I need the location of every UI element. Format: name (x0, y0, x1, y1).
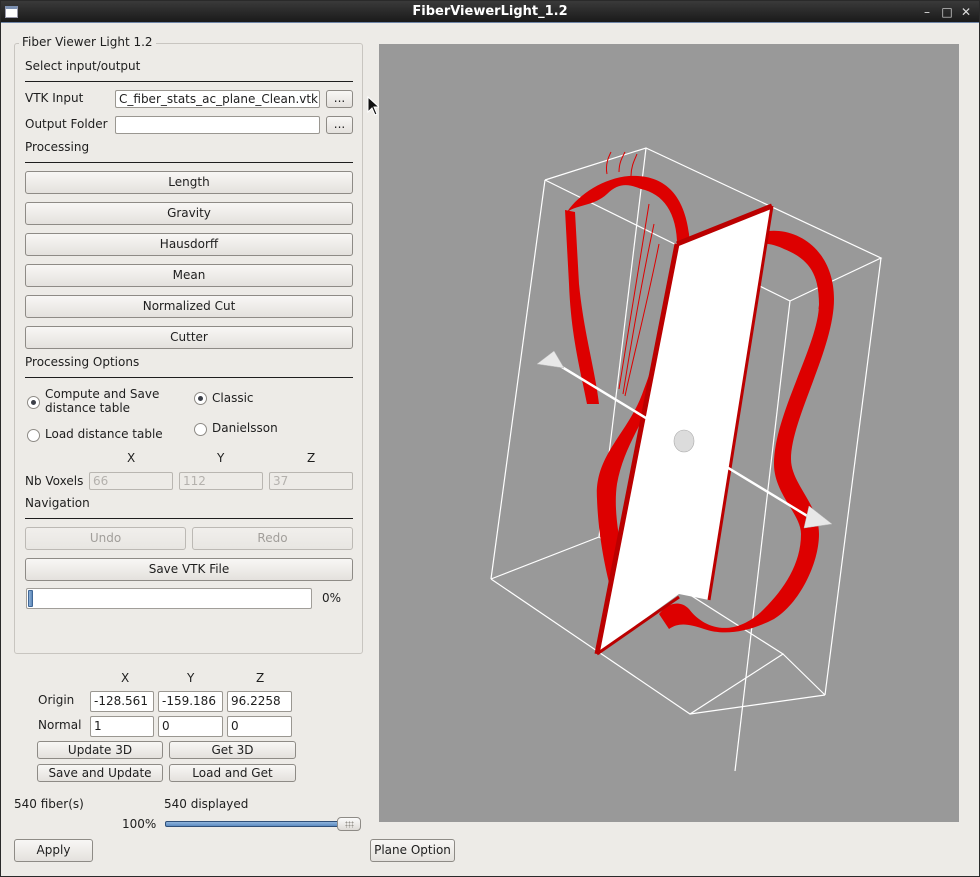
save-and-update-button[interactable]: Save and Update (37, 764, 163, 782)
voxels-z-header: Z (307, 451, 316, 465)
normal-z-field[interactable]: 0 (227, 716, 292, 737)
origin-y-field[interactable]: -159.186 (158, 691, 223, 712)
output-folder-field[interactable] (115, 116, 320, 134)
origin-label: Origin (38, 693, 75, 707)
plane-center-sphere (673, 429, 695, 453)
section-divider (25, 518, 353, 519)
maximize-icon[interactable]: □ (939, 4, 955, 20)
compute-save-radio[interactable] (27, 396, 40, 409)
mouse-cursor-icon (367, 96, 379, 116)
update-3d-button[interactable]: Update 3D (37, 741, 163, 759)
window-title: FiberViewerLight_1.2 (412, 4, 568, 19)
3d-render-viewport[interactable] (379, 44, 959, 822)
origin-z-field[interactable]: 96.2258 (227, 691, 292, 712)
main-window: FiberViewerLight_1.2 – □ ✕ Fiber Viewer … (0, 0, 980, 877)
danielsson-label[interactable]: Danielsson (212, 421, 278, 435)
plane-x-header: X (121, 671, 130, 685)
undo-button[interactable]: Undo (25, 527, 186, 550)
classic-radio[interactable] (194, 392, 207, 405)
vtk-input-browse-button[interactable]: ... (326, 90, 353, 108)
3d-scene (490, 147, 883, 772)
progress-fill (28, 590, 33, 607)
voxels-y-header: Y (217, 451, 225, 465)
danielsson-radio[interactable] (194, 423, 207, 436)
fibers-displayed: 540 displayed (164, 797, 249, 811)
classic-label[interactable]: Classic (212, 391, 254, 405)
hausdorff-button[interactable]: Hausdorff (25, 233, 353, 256)
load-distance-table-label[interactable]: Load distance table (45, 427, 163, 441)
minimize-icon[interactable]: – (919, 4, 935, 20)
compute-save-label-line2: distance table (45, 401, 131, 415)
voxels-x-field[interactable]: 66 (89, 472, 173, 490)
normal-y-field[interactable]: 0 (158, 716, 223, 737)
vtk-input-field[interactable]: C_fiber_stats_ac_plane_Clean.vtk (115, 90, 320, 108)
load-distance-table-radio[interactable] (27, 429, 40, 442)
fiber-count: 540 fiber(s) (14, 797, 84, 811)
section-label-navigation: Navigation (25, 496, 90, 510)
voxels-y-field[interactable]: 112 (179, 472, 263, 490)
groupbox-title: Fiber Viewer Light 1.2 (19, 35, 156, 49)
compute-save-label[interactable]: Compute and Save distance table (45, 387, 159, 415)
normalized-cut-button[interactable]: Normalized Cut (25, 295, 353, 318)
plane-z-header: Z (256, 671, 265, 685)
compute-save-label-line1: Compute and Save (45, 387, 160, 401)
length-button[interactable]: Length (25, 171, 353, 194)
title-bar[interactable]: FiberViewerLight_1.2 – □ ✕ (1, 1, 979, 23)
normal-label: Normal (38, 718, 82, 732)
slider-percent-label: 100% (122, 817, 157, 831)
apply-button[interactable]: Apply (14, 839, 93, 862)
plane-option-button[interactable]: Plane Option (370, 839, 455, 862)
get-3d-button[interactable]: Get 3D (169, 741, 296, 759)
bbox-edge (824, 257, 882, 696)
bbox-edge (782, 653, 826, 696)
bbox-edge (490, 179, 546, 580)
slider-handle[interactable] (337, 817, 361, 831)
section-label-processing: Processing (25, 140, 90, 154)
progress-percent: 0% (322, 591, 342, 605)
progress-bar (26, 588, 312, 609)
arrow-cone-end (803, 505, 833, 529)
output-folder-browse-button[interactable]: ... (326, 116, 353, 134)
bbox-edge (689, 694, 826, 715)
voxels-z-field[interactable]: 37 (269, 472, 353, 490)
nb-voxels-label: Nb Voxels (25, 474, 84, 488)
close-icon[interactable]: ✕ (958, 4, 974, 20)
mean-button[interactable]: Mean (25, 264, 353, 287)
section-divider (25, 81, 353, 82)
arrow-cone-start (536, 350, 565, 369)
plane-y-header: Y (187, 671, 195, 685)
fiber-percent-slider[interactable] (165, 821, 361, 827)
normal-x-field[interactable]: 1 (90, 716, 154, 737)
vtk-input-label: VTK Input (25, 91, 84, 105)
voxels-x-header: X (127, 451, 136, 465)
redo-button[interactable]: Redo (192, 527, 353, 550)
origin-x-field[interactable]: -128.561 (90, 691, 154, 712)
cutter-button[interactable]: Cutter (25, 326, 353, 349)
gravity-button[interactable]: Gravity (25, 202, 353, 225)
section-divider (25, 162, 353, 163)
section-label-processing-options: Processing Options (25, 355, 140, 369)
section-divider (25, 377, 353, 378)
load-and-get-button[interactable]: Load and Get (169, 764, 296, 782)
output-folder-label: Output Folder (25, 117, 108, 131)
save-vtk-file-button[interactable]: Save VTK File (25, 558, 353, 581)
section-label-input-output: Select input/output (25, 59, 141, 73)
